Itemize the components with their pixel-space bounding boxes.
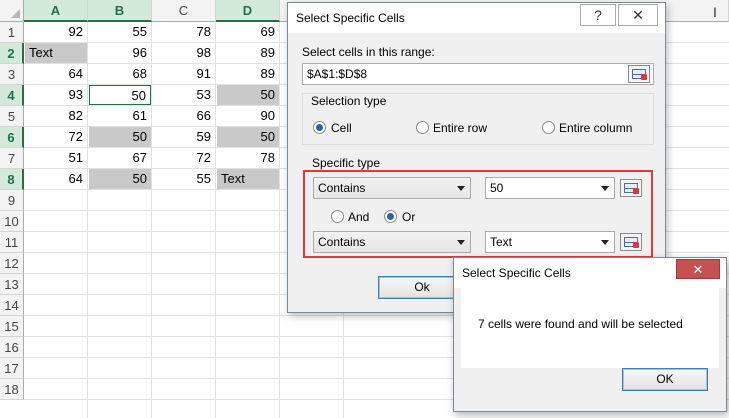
result-message-area: 7 cells were found and will be selected — [461, 288, 719, 368]
cell[interactable]: 98 — [153, 43, 215, 63]
row-header[interactable]: 11 — [0, 232, 24, 253]
cell[interactable]: 51 — [25, 148, 87, 168]
result-message: 7 cells were found and will be selected — [478, 317, 683, 331]
row-header[interactable]: 18 — [0, 379, 24, 400]
column-header[interactable]: D — [216, 0, 280, 22]
cell[interactable]: 78 — [217, 148, 279, 168]
radio-cell[interactable] — [313, 121, 326, 134]
cell[interactable]: 50 — [89, 85, 151, 105]
cell[interactable]: 61 — [89, 106, 151, 126]
radio-entire-column-label: Entire column — [559, 121, 633, 135]
cell[interactable]: 93 — [25, 85, 87, 105]
cell[interactable]: Text — [25, 43, 87, 63]
row-header[interactable]: 9 — [0, 190, 24, 211]
cell[interactable]: 82 — [25, 106, 87, 126]
column-header[interactable]: B — [88, 0, 152, 22]
result-dialog-titlebar[interactable]: Select Specific Cells ✕ — [454, 258, 726, 288]
cell[interactable]: 64 — [25, 169, 87, 189]
row-header[interactable]: 1 — [0, 22, 24, 43]
dialog-title: Select Specific Cells — [296, 11, 405, 25]
cell[interactable]: 50 — [89, 127, 151, 147]
row-header[interactable]: 7 — [0, 148, 24, 169]
cell[interactable]: 55 — [89, 22, 151, 42]
cell[interactable]: 90 — [217, 106, 279, 126]
range-picker-button[interactable] — [628, 65, 650, 83]
radio-cell-label: Cell — [331, 121, 352, 135]
row-header[interactable]: 17 — [0, 358, 24, 379]
cell[interactable]: 53 — [153, 85, 215, 105]
cell[interactable]: 89 — [217, 64, 279, 84]
column-header[interactable]: A — [24, 0, 88, 22]
cell[interactable]: 64 — [25, 64, 87, 84]
result-dialog: Select Specific Cells ✕ 7 cells were fou… — [453, 257, 727, 412]
cell[interactable]: 59 — [153, 127, 215, 147]
result-dialog-title: Select Specific Cells — [462, 266, 571, 280]
specific-type-label: Specific type — [312, 156, 381, 170]
radio-entire-row[interactable] — [416, 121, 429, 134]
cell[interactable]: 67 — [89, 148, 151, 168]
cell[interactable]: 55 — [153, 169, 215, 189]
close-button[interactable]: ✕ — [618, 4, 658, 26]
range-input[interactable]: $A$1:$D$8 — [302, 63, 654, 85]
cell[interactable]: Text — [217, 169, 279, 189]
cell[interactable]: 89 — [217, 43, 279, 63]
cell[interactable]: 68 — [89, 64, 151, 84]
cell[interactable]: 96 — [89, 43, 151, 63]
row-header[interactable]: 4 — [0, 85, 24, 106]
row-header[interactable]: 12 — [0, 253, 24, 274]
specific-type-callout — [303, 170, 653, 258]
row-header[interactable]: 15 — [0, 316, 24, 337]
cell[interactable]: 91 — [153, 64, 215, 84]
dialog-titlebar[interactable]: Select Specific Cells ? ✕ — [288, 3, 665, 33]
cell[interactable]: 50 — [217, 85, 279, 105]
cell[interactable]: 66 — [153, 106, 215, 126]
help-button[interactable]: ? — [580, 4, 616, 26]
select-all-corner[interactable] — [0, 0, 24, 22]
cell[interactable]: 69 — [217, 22, 279, 42]
row-header[interactable]: 2 — [0, 43, 24, 64]
cell[interactable]: 92 — [25, 22, 87, 42]
row-header[interactable]: 6 — [0, 127, 24, 148]
radio-entire-row-label: Entire row — [433, 121, 488, 135]
row-header[interactable]: 8 — [0, 169, 24, 190]
range-label: Select cells in this range: — [302, 45, 435, 59]
row-header[interactable]: 5 — [0, 106, 24, 127]
row-header[interactable]: 3 — [0, 64, 24, 85]
cell[interactable]: 72 — [25, 127, 87, 147]
selection-type-label: Selection type — [311, 94, 387, 108]
text-cursor-icon: I — [713, 4, 717, 20]
row-header[interactable]: 13 — [0, 274, 24, 295]
row-header[interactable]: 14 — [0, 295, 24, 316]
row-header[interactable]: 16 — [0, 337, 24, 358]
cell[interactable]: 78 — [153, 22, 215, 42]
result-close-button[interactable]: ✕ — [676, 259, 720, 279]
row-header[interactable]: 10 — [0, 211, 24, 232]
cell[interactable]: 50 — [217, 127, 279, 147]
radio-entire-column[interactable] — [542, 121, 555, 134]
cell[interactable]: 72 — [153, 148, 215, 168]
result-ok-button[interactable]: OK — [622, 368, 708, 391]
column-header[interactable]: C — [152, 0, 216, 22]
cell[interactable]: 50 — [89, 169, 151, 189]
